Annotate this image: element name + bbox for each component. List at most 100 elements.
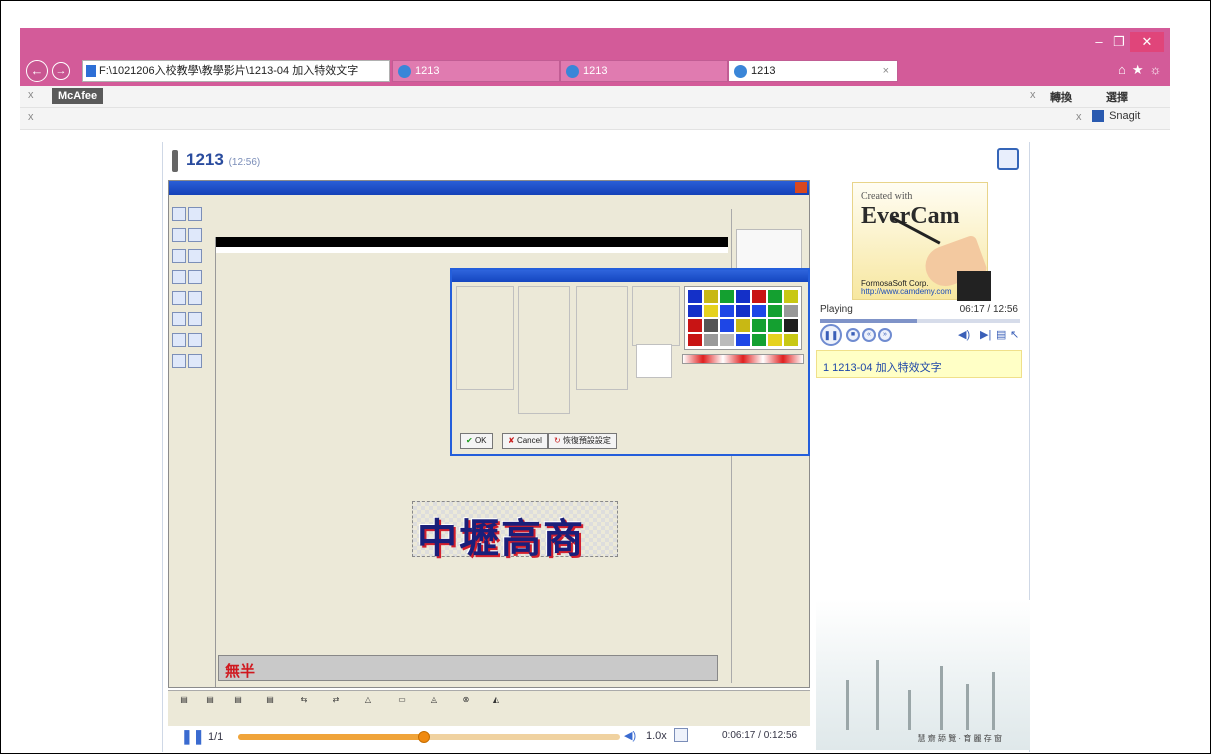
landscape-caption: 慧 齋 舔 覽 · 育 麗 存 窗 bbox=[917, 734, 1002, 743]
progress-fill bbox=[238, 734, 424, 740]
color-swatch bbox=[704, 319, 718, 332]
minimize-button[interactable]: – bbox=[1090, 32, 1108, 52]
tree-shape bbox=[846, 680, 849, 730]
player-controls: ❚❚ 1/1 ◀) 1.0x 0:06:17 / 0:12:56 bbox=[162, 726, 804, 746]
maximize-button[interactable]: ❐ bbox=[1110, 32, 1128, 52]
bottom-tool-icon: ▤ bbox=[266, 695, 274, 704]
toolbar-close-icon-right[interactable]: x bbox=[1076, 111, 1082, 123]
color-swatch bbox=[736, 290, 750, 303]
cursor-icon[interactable]: ↖ bbox=[1010, 328, 1019, 341]
bottom-tool-icon: ◭ bbox=[492, 695, 500, 704]
tool-icon bbox=[172, 207, 186, 221]
forward-icon[interactable]: » bbox=[878, 328, 892, 342]
color-swatch bbox=[736, 304, 750, 317]
volume-icon[interactable]: ◀) bbox=[624, 729, 636, 742]
created-with-text: Created with bbox=[861, 191, 913, 202]
color-swatch bbox=[720, 304, 734, 317]
rewind-icon[interactable]: « bbox=[862, 328, 876, 342]
tab-3[interactable]: 1213 × bbox=[728, 60, 898, 82]
color-swatch bbox=[688, 290, 702, 303]
select-button[interactable]: 選擇 bbox=[1106, 89, 1128, 105]
player-duration: (12:56) bbox=[228, 157, 261, 168]
player-title: 1213 (12:56) bbox=[186, 150, 260, 170]
tool-icon bbox=[172, 270, 186, 284]
tool-icon bbox=[188, 270, 202, 284]
forward-button[interactable]: → bbox=[52, 62, 70, 80]
color-swatch bbox=[704, 333, 718, 346]
color-swatch bbox=[704, 304, 718, 317]
close-button[interactable]: ✕ bbox=[1130, 32, 1164, 52]
dialog-reset-button: ↻ 恢復預設設定 bbox=[548, 433, 617, 449]
color-swatch bbox=[736, 333, 750, 346]
progress-bar[interactable] bbox=[238, 731, 620, 743]
effect-text: 中壢高商 bbox=[417, 516, 585, 562]
tool-icon bbox=[172, 333, 186, 347]
ie-icon bbox=[566, 65, 579, 78]
stop-icon[interactable]: ■ bbox=[846, 328, 860, 342]
bottom-tool-icon: ▤ bbox=[234, 695, 242, 704]
cross-icon: ✘ bbox=[508, 436, 517, 445]
chapter-item[interactable]: 1 1213-04 加入特效文字 bbox=[816, 350, 1022, 378]
next-icon[interactable]: ▶| bbox=[980, 328, 991, 341]
recorded-strip: 無半 bbox=[218, 655, 718, 681]
color-swatch bbox=[736, 319, 750, 332]
dialog-cancel-button: ✘ Cancel bbox=[502, 433, 548, 449]
tree-shape bbox=[876, 660, 879, 730]
tool-icon bbox=[188, 207, 202, 221]
speed-value[interactable]: 1.0x bbox=[646, 730, 667, 742]
progress-knob[interactable] bbox=[417, 731, 430, 743]
color-swatch bbox=[688, 333, 702, 346]
address-bar[interactable]: F:\1021206入校教學\教學影片\1213-04 加入特效文字 bbox=[82, 60, 390, 82]
snagit-button[interactable]: Snagit bbox=[1090, 110, 1141, 123]
recorded-screen: 中壢高商 無半 ✔ OK ✘ Cancel ↻ 恢復預設設定 bbox=[168, 180, 810, 688]
tab-label: 1213 bbox=[415, 65, 440, 77]
side-volume-icon[interactable]: ◀) bbox=[958, 328, 970, 341]
snagit-label: Snagit bbox=[1109, 110, 1141, 122]
color-swatch bbox=[752, 304, 766, 317]
sleeve-shape bbox=[957, 271, 991, 301]
cancel-label: Cancel bbox=[516, 436, 542, 445]
address-text: F:\1021206入校教學\教學影片\1213-04 加入特效文字 bbox=[99, 65, 359, 77]
tool-icon bbox=[172, 228, 186, 242]
toolbar-close-icon-right[interactable]: x bbox=[1030, 89, 1036, 101]
reset-icon: ↻ bbox=[554, 436, 563, 445]
tool-icon bbox=[172, 291, 186, 305]
color-swatch bbox=[768, 319, 782, 332]
page-indicator: 1/1 bbox=[208, 731, 224, 743]
color-swatch bbox=[768, 333, 782, 346]
bottom-tool-icon: ⊗ bbox=[462, 695, 470, 704]
side-pause-icon[interactable]: ❚❚ bbox=[820, 324, 842, 346]
tab-close-icon[interactable]: × bbox=[883, 61, 889, 81]
tree-shape bbox=[966, 684, 969, 730]
recorded-titlebar bbox=[169, 181, 809, 195]
ok-label: OK bbox=[474, 436, 487, 445]
gradient-bar bbox=[682, 354, 804, 364]
snagit-icon bbox=[1092, 110, 1104, 123]
toolbar-close-icon[interactable]: x bbox=[28, 111, 34, 123]
strip-text: 無半 bbox=[225, 663, 256, 680]
color-swatch bbox=[768, 304, 782, 317]
color-swatch bbox=[784, 304, 798, 317]
tool-icon bbox=[188, 228, 202, 242]
toolbar-close-icon[interactable]: x bbox=[28, 89, 34, 101]
caption-icon[interactable] bbox=[674, 728, 688, 742]
fullscreen-icon[interactable] bbox=[997, 148, 1019, 170]
back-button[interactable]: ← bbox=[26, 60, 48, 82]
tab-1[interactable]: 1213 bbox=[392, 60, 560, 82]
tab-2[interactable]: 1213 bbox=[560, 60, 728, 82]
bottom-tool-icon: ◬ bbox=[430, 695, 438, 704]
mcafee-button[interactable]: McAfee bbox=[52, 88, 104, 104]
recorded-toolbox bbox=[171, 205, 211, 445]
convert-button[interactable]: 轉換 bbox=[1050, 89, 1072, 105]
pause-icon[interactable]: ❚❚ bbox=[181, 728, 204, 745]
dialog-group-2 bbox=[518, 286, 570, 414]
bottom-tool-icon: △ bbox=[364, 695, 372, 704]
home-star-settings-icons[interactable]: ⌂★☼ bbox=[1118, 62, 1167, 78]
tool-icon bbox=[188, 291, 202, 305]
dialog-ok-button: ✔ OK bbox=[460, 433, 493, 449]
tool-icon bbox=[188, 354, 202, 368]
list-icon[interactable]: ▤ bbox=[996, 328, 1006, 341]
tree-shape bbox=[992, 672, 995, 730]
effect-text-box: 中壢高商 bbox=[412, 501, 618, 562]
toolbar-row-1: x McAfee x 轉換 選擇 bbox=[20, 86, 1170, 108]
